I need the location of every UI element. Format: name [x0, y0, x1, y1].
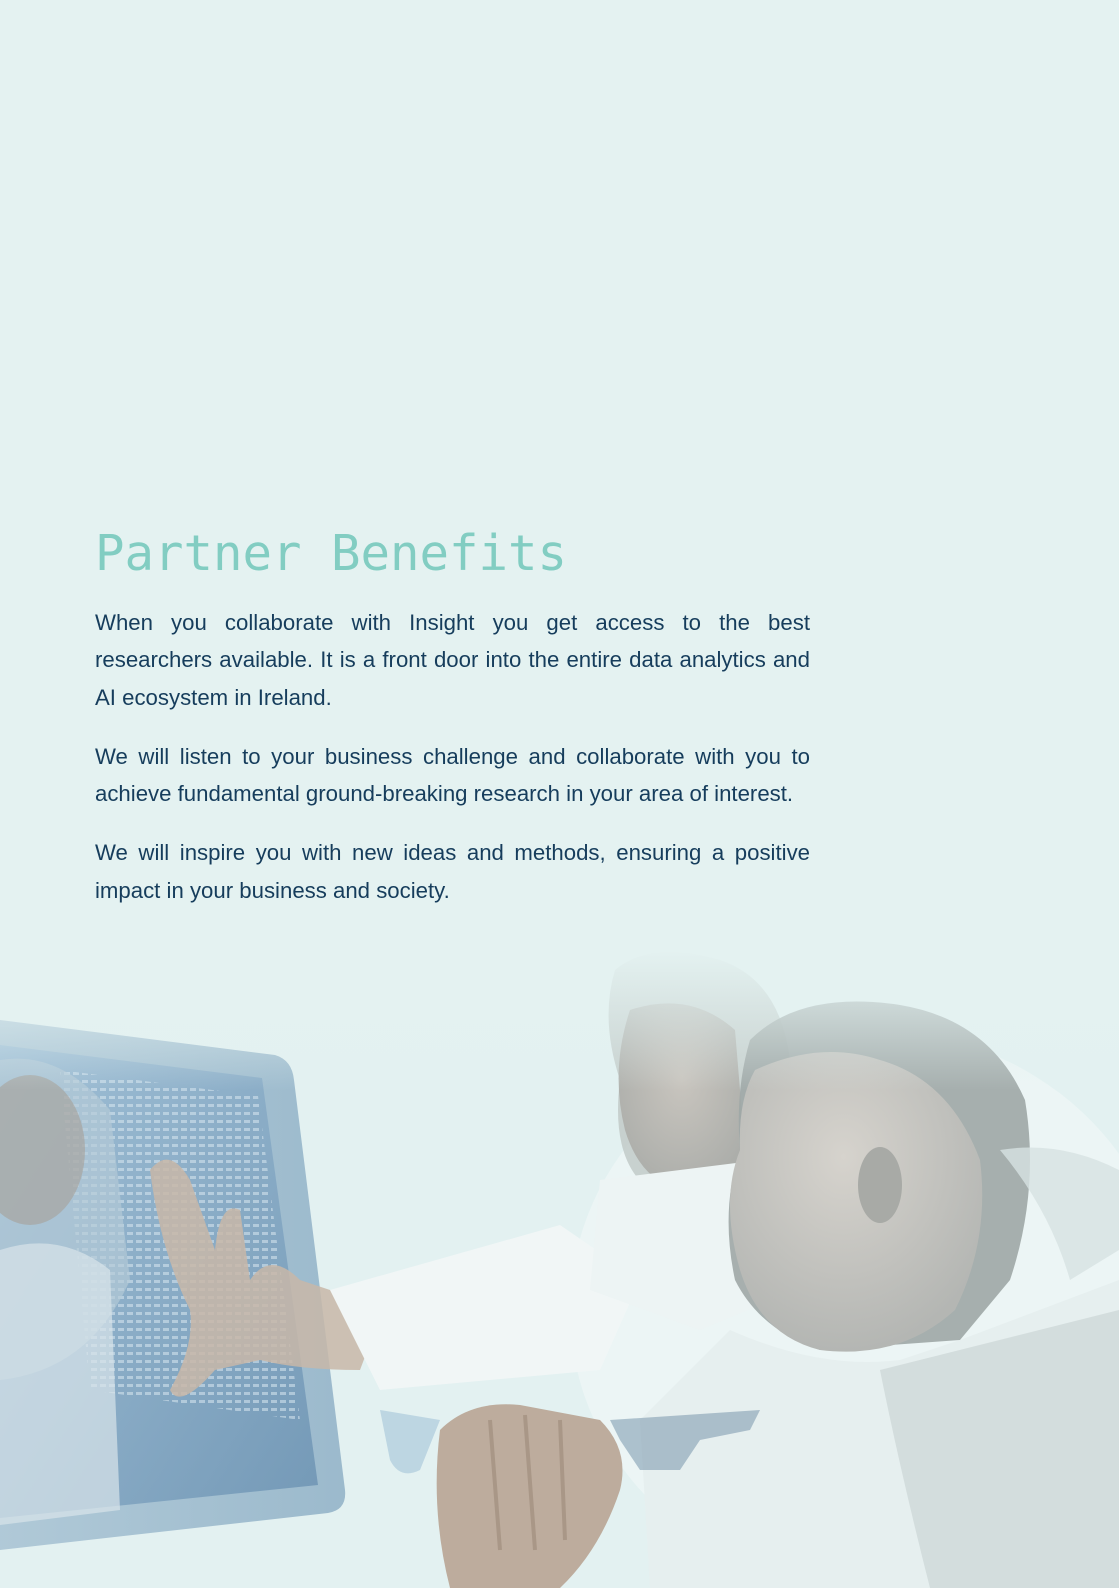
body-text: When you collaborate with Insight you ge…: [95, 604, 810, 931]
paragraph-collaboration: We will listen to your business challeng…: [95, 743, 810, 807]
page-title: Partner Benefits: [95, 525, 568, 582]
paragraph-inspiration: We will inspire you with new ideas and m…: [95, 840, 810, 903]
page: Partner Benefits When you collaborate wi…: [0, 0, 1119, 1588]
paragraph-intro: When you collaborate with Insight you ge…: [95, 610, 810, 710]
researchers-photo: [0, 950, 1119, 1588]
